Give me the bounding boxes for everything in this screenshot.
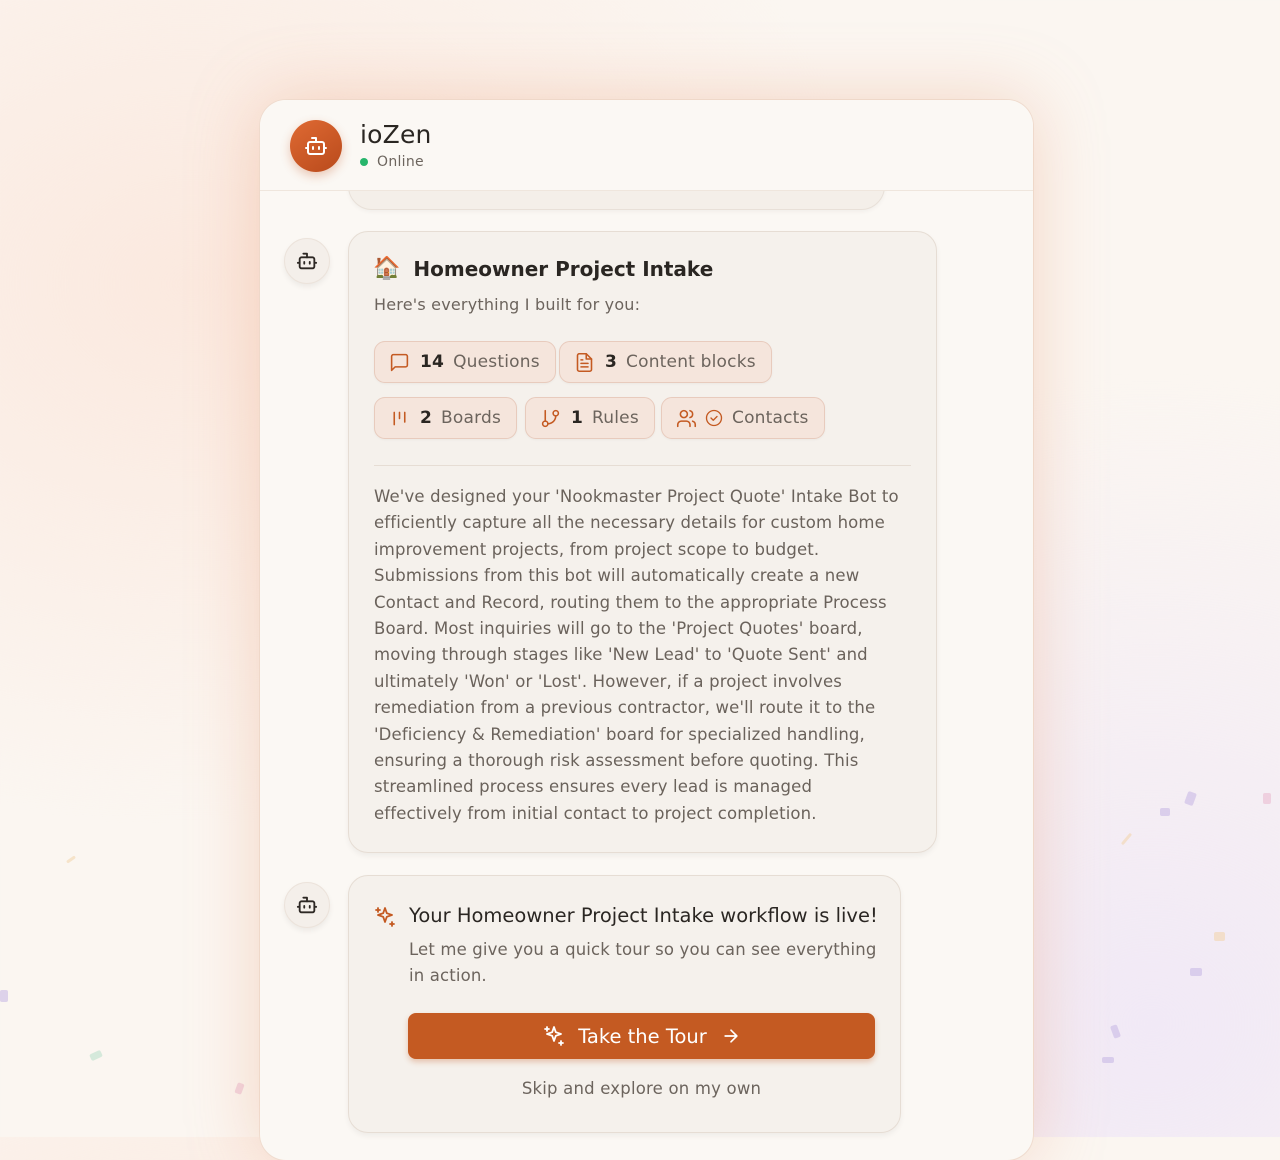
confetti [234,1082,245,1095]
sparkles-icon [544,1026,565,1046]
bot-message-avatar [284,238,330,284]
confetti [1160,808,1170,816]
summary-title-text: Homeowner Project Intake [413,256,714,281]
confetti [1109,1024,1122,1039]
summary-card-title: 🏠 Homeowner Project Intake [373,256,713,281]
chip-label: Boards [441,408,502,428]
take-tour-button[interactable]: Take the Tour [408,1013,875,1059]
confetti [1214,932,1225,941]
chip-label: Contacts [732,408,809,428]
summary-card: 🏠 Homeowner Project Intake Here's everyt… [348,231,937,853]
divider [374,465,911,466]
git-branch-icon [541,409,560,427]
arrow-right-icon [724,1029,738,1043]
summary-description: We've designed your 'Nookmaster Project … [374,487,899,823]
confetti [0,990,8,1002]
chip-count: 1 [571,408,584,428]
kanban-icon [393,411,406,425]
robot-icon [305,137,327,155]
confetti [1120,832,1133,846]
chip-rules[interactable]: 1 Rules [525,397,655,439]
confetti [66,855,76,864]
robot-icon [296,896,318,914]
app-title: ioZen [360,120,432,149]
bot-message-avatar [284,882,330,928]
workflow-live-text: Let me give you a quick tour so you can … [409,940,877,986]
chip-label: Content blocks [626,352,756,372]
chip-label: Questions [453,352,540,372]
confetti [1263,793,1271,804]
check-circle-icon [705,409,723,427]
confetti [1184,790,1197,807]
workflow-live-title: Your Homeowner Project Intake workflow i… [409,904,878,927]
take-tour-label: Take the Tour [578,1024,707,1048]
status-dot [360,158,368,166]
chip-count: 14 [420,352,445,372]
chip-questions[interactable]: 14 Questions [374,341,556,383]
chip-label: Rules [592,408,639,428]
chip-count: 3 [605,352,618,372]
chip-boards[interactable]: 2 Boards [374,397,518,439]
chat-header: ioZen Online [260,100,1033,191]
confetti [89,1049,103,1062]
chip-content-blocks[interactable]: 3 Content blocks [559,341,772,383]
summary-subtitle: Here's everything I built for you: [374,295,641,314]
chip-contacts[interactable]: Contacts [661,397,825,439]
sparkles-icon [375,907,395,927]
confetti [1190,968,1202,976]
status-label: Online [377,154,424,170]
robot-icon [296,252,318,270]
online-status: Online [360,154,424,170]
message-square-icon [390,353,409,371]
skip-tour-link[interactable]: Skip and explore on my own [408,1079,875,1098]
users-icon [676,409,697,427]
bot-avatar [290,120,342,172]
chat-window: ioZen Online 🏠 Homeowner Project Intake … [260,100,1033,1160]
chip-count: 2 [420,408,433,428]
confetti [1102,1057,1114,1063]
house-icon: 🏠 [373,256,401,281]
document-icon [576,352,593,372]
